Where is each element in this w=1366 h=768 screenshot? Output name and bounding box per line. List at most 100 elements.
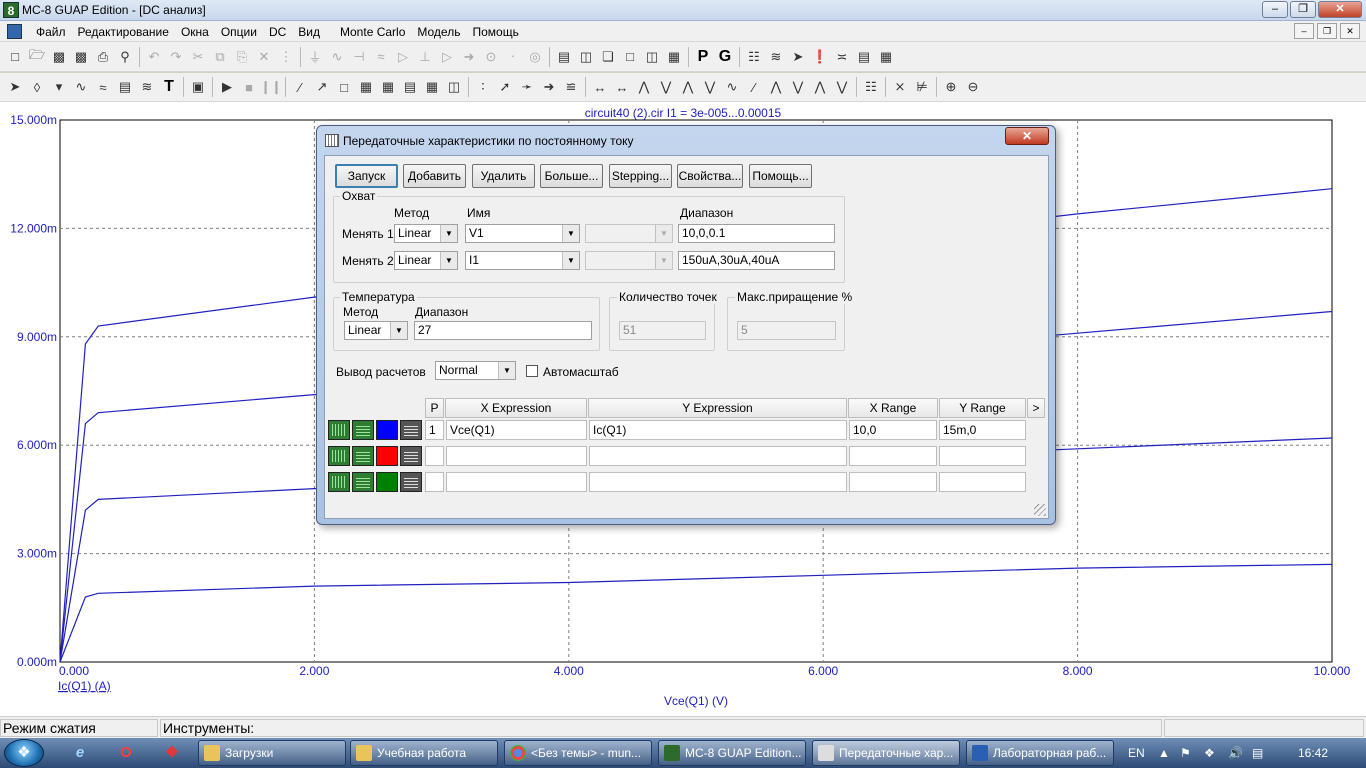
new-icon[interactable]: □ bbox=[4, 46, 26, 68]
print-preview-icon[interactable]: ⚲ bbox=[114, 46, 136, 68]
table-scroll-right[interactable]: > bbox=[1027, 398, 1045, 418]
sweep2-param-select[interactable]: ▼ bbox=[585, 251, 673, 270]
dropbox-icon[interactable]: ❖ bbox=[1204, 738, 1215, 768]
plot-props-icon[interactable]: ▦ bbox=[875, 46, 897, 68]
low-icon[interactable]: ⋁ bbox=[699, 76, 721, 98]
switch-icon[interactable]: ➜ bbox=[458, 46, 480, 68]
cascade-icon[interactable]: ❏ bbox=[597, 46, 619, 68]
add-button[interactable]: Добавить bbox=[403, 164, 466, 188]
waveform-icon[interactable]: ≋ bbox=[765, 46, 787, 68]
menu-monte-carlo[interactable]: Monte Carlo bbox=[334, 25, 411, 39]
sweep2-method-select[interactable]: Linear ▼ bbox=[394, 251, 458, 270]
vgrid-icon[interactable]: ◫ bbox=[443, 76, 465, 98]
row3-p-cell[interactable] bbox=[425, 472, 444, 492]
stop-icon[interactable]: ■ bbox=[238, 76, 260, 98]
row2-y-range-cell[interactable] bbox=[939, 446, 1026, 466]
run-icon[interactable]: ▶ bbox=[216, 76, 238, 98]
task-microcap[interactable]: MC-8 GUAP Edition... bbox=[658, 740, 806, 766]
line-style-icon[interactable] bbox=[352, 472, 374, 492]
task-chrome[interactable]: <Без темы> - mun... bbox=[504, 740, 652, 766]
window-tile-h-icon[interactable]: ▤ bbox=[553, 46, 575, 68]
cursor-left-icon[interactable]: ↔ bbox=[589, 76, 611, 98]
menu-file[interactable]: Файл bbox=[30, 25, 72, 39]
zoom-in-icon[interactable]: ⊕ bbox=[940, 76, 962, 98]
menu-model[interactable]: Модель bbox=[411, 25, 466, 39]
task-dialog[interactable]: Передаточные хар... bbox=[812, 740, 960, 766]
select-arrow-icon[interactable]: ➤ bbox=[4, 76, 26, 98]
y-axis-icon[interactable]: ⊭ bbox=[911, 76, 933, 98]
mdi-close-button[interactable]: ✕ bbox=[1340, 23, 1360, 39]
save-as-icon[interactable]: ▩ bbox=[70, 46, 92, 68]
inductor-icon[interactable]: ≈ bbox=[370, 46, 392, 68]
min-icon[interactable]: ⋁ bbox=[787, 76, 809, 98]
resize-grip-icon[interactable] bbox=[1034, 504, 1046, 516]
plot-group-icon[interactable] bbox=[328, 446, 350, 466]
dialog-close-button[interactable]: ✕ bbox=[1005, 127, 1049, 145]
cut-icon[interactable]: ✂ bbox=[187, 46, 209, 68]
bottom-icon[interactable]: ⋁ bbox=[831, 76, 853, 98]
temperature-method-select[interactable]: Linear ▼ bbox=[344, 321, 408, 340]
opera-icon[interactable]: O bbox=[108, 741, 144, 765]
select-all-icon[interactable]: ⋮ bbox=[275, 46, 297, 68]
save-icon[interactable]: ▩ bbox=[48, 46, 70, 68]
grid-style-icon[interactable] bbox=[400, 472, 422, 492]
waveform-icon[interactable]: ≋ bbox=[136, 76, 158, 98]
language-indicator[interactable]: EN bbox=[1128, 738, 1145, 768]
shape-icon[interactable]: ◊ bbox=[26, 76, 48, 98]
line-style-icon[interactable] bbox=[352, 446, 374, 466]
scale-icon[interactable]: ∿ bbox=[70, 76, 92, 98]
hgrid-icon[interactable]: ▤ bbox=[399, 76, 421, 98]
undo-icon[interactable]: ↶ bbox=[143, 46, 165, 68]
battery-icon[interactable]: ⊥ bbox=[414, 46, 436, 68]
text-tool-icon[interactable]: T bbox=[158, 76, 180, 98]
stepping-button[interactable]: Stepping... bbox=[609, 164, 672, 188]
row2-x-range-cell[interactable] bbox=[849, 446, 937, 466]
points-input[interactable]: 51 bbox=[619, 321, 706, 340]
valley-icon[interactable]: ⋁ bbox=[655, 76, 677, 98]
menu-dc[interactable]: DC bbox=[263, 25, 292, 39]
cursor-value-icon[interactable]: ▤ bbox=[853, 46, 875, 68]
network-icon[interactable]: ▤ bbox=[1252, 738, 1263, 768]
delete-icon[interactable]: ✕ bbox=[253, 46, 275, 68]
redo-icon[interactable]: ↷ bbox=[165, 46, 187, 68]
properties-icon[interactable]: ▣ bbox=[187, 76, 209, 98]
row1-y-range-cell[interactable]: 15m,0 bbox=[939, 420, 1026, 440]
menu-windows[interactable]: Окна bbox=[175, 25, 215, 39]
diode-icon[interactable]: ▷ bbox=[392, 46, 414, 68]
signal-icon[interactable]: ≈ bbox=[92, 76, 114, 98]
grid-icon[interactable]: ▦ bbox=[355, 76, 377, 98]
properties-button[interactable]: Свойства... bbox=[677, 164, 743, 188]
max-icon[interactable]: ⋀ bbox=[765, 76, 787, 98]
tag-icon[interactable]: ➚ bbox=[494, 76, 516, 98]
arrow-line-icon[interactable]: ↗ bbox=[311, 76, 333, 98]
ie-icon[interactable]: e bbox=[62, 741, 98, 765]
row1-p-cell[interactable]: 1 bbox=[425, 420, 444, 440]
start-button[interactable]: ❖ bbox=[4, 739, 44, 767]
bold-grid-icon[interactable]: ▦ bbox=[421, 76, 443, 98]
window-icon[interactable]: □ bbox=[619, 46, 641, 68]
grid-style-icon[interactable] bbox=[400, 420, 422, 440]
rectangle-icon[interactable]: □ bbox=[333, 76, 355, 98]
tag-left-icon[interactable]: ➛ bbox=[516, 76, 538, 98]
tray-expand-icon[interactable]: ▲ bbox=[1158, 738, 1170, 768]
row3-x-range-cell[interactable] bbox=[849, 472, 937, 492]
sweep2-range-input[interactable]: 150uA,30uA,40uA bbox=[678, 251, 835, 270]
col-y-expr-header[interactable]: Y Expression bbox=[588, 398, 847, 418]
minor-grid-icon[interactable]: ▦ bbox=[377, 76, 399, 98]
top-icon[interactable]: ⋀ bbox=[809, 76, 831, 98]
row2-p-cell[interactable] bbox=[425, 446, 444, 466]
flag-icon[interactable]: ⚑ bbox=[1180, 738, 1191, 768]
col-x-expr-header[interactable]: X Expression bbox=[445, 398, 587, 418]
print-icon[interactable]: ⎙ bbox=[92, 46, 114, 68]
g-text-icon[interactable]: G bbox=[714, 46, 736, 68]
plot-group-icon[interactable] bbox=[328, 472, 350, 492]
menu-edit[interactable]: Редактирование bbox=[72, 25, 175, 39]
mdi-restore-button[interactable]: ❐ bbox=[1317, 23, 1337, 39]
scope-icon[interactable]: ≍ bbox=[831, 46, 853, 68]
run-button[interactable]: Запуск bbox=[335, 164, 398, 188]
line-style-icon[interactable] bbox=[352, 420, 374, 440]
volume-icon[interactable]: 🔊 bbox=[1228, 738, 1243, 768]
dropdown-arrow-icon[interactable]: ▾ bbox=[48, 76, 70, 98]
trace-icon[interactable]: ≌ bbox=[560, 76, 582, 98]
opamp-icon[interactable]: ▷ bbox=[436, 46, 458, 68]
